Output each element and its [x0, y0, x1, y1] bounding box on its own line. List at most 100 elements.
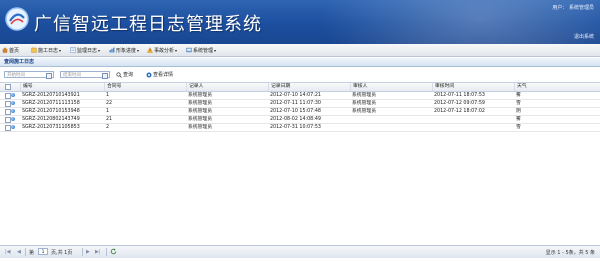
menu-system-admin[interactable]: 系统管理 ▾ [186, 46, 216, 54]
home-icon [2, 47, 8, 53]
table-row[interactable]: SGRZ-20120711113158 22 系统管理员 2012-07-11 … [0, 100, 600, 108]
record-icon [11, 101, 15, 105]
col-header-recorder[interactable]: 记录人 [186, 83, 268, 91]
col-header-contract[interactable]: 合同号 [104, 83, 186, 91]
cell-id: SGRZ-20120710153948 [22, 109, 80, 114]
start-date-placeholder: 开始时间 [7, 73, 25, 78]
search-button[interactable]: 查询 [116, 71, 133, 78]
app-title: 广信智远工程日志管理系统 [34, 14, 262, 35]
user-name: 系统管理员 [568, 5, 594, 11]
chevron-down-icon: ▾ [137, 47, 140, 53]
cell-reviewer: 系统管理员 [352, 109, 376, 114]
chevron-down-icon: ▾ [214, 47, 217, 53]
next-page-icon[interactable]: ▶ [86, 249, 90, 255]
cell-contract: 1 [106, 93, 110, 98]
record-icon [11, 93, 15, 97]
cell-weather: 雾 [516, 93, 521, 98]
chevron-down-icon: ▾ [98, 47, 101, 53]
menu-label: 首页 [9, 47, 20, 54]
menu-label: 监理日志 [77, 47, 98, 54]
refresh-icon[interactable] [110, 248, 117, 255]
page-prefix: 第 [29, 250, 35, 256]
separator [25, 248, 26, 256]
system-admin-icon [186, 47, 192, 53]
cell-review-time: 2012-07-12 18:07:02 [434, 109, 485, 114]
log-table: 编号 合同号 记录人 记录日期 审核人 审核时间 天气 SGRZ-2012071… [0, 82, 600, 132]
supervision-log-icon [70, 47, 76, 53]
construction-log-icon [31, 47, 37, 53]
cell-recorder: 系统管理员 [188, 101, 212, 106]
select-all-checkbox[interactable] [5, 84, 11, 90]
cell-record-date: 2012-07-10 14:07:21 [270, 93, 321, 98]
accident-analysis-icon [147, 47, 153, 53]
app-header: 广信智远工程日志管理系统 用户： 系统管理员 退出系统 [0, 0, 600, 44]
menu-supervision-log[interactable]: 监理日志 ▾ [70, 46, 100, 54]
panel-title: 查阅施工日志 [4, 59, 35, 65]
page-number-input[interactable]: 1 [38, 248, 48, 255]
progress-icon [109, 47, 115, 53]
cell-id: SGRZ-20120802143749 [22, 117, 80, 122]
menu-progress[interactable]: 形象进度 ▾ [109, 46, 139, 54]
last-page-icon[interactable]: ▶| [95, 249, 101, 255]
cell-contract: 1 [106, 109, 110, 114]
cell-reviewer: 系统管理员 [352, 93, 376, 98]
cell-id: SGRZ-20120710143921 [22, 93, 80, 98]
col-header-id[interactable]: 编号 [20, 83, 104, 91]
col-header-review-time[interactable]: 审核时间 [432, 83, 514, 91]
end-date-placeholder: 结束时间 [63, 73, 81, 78]
logout-link[interactable]: 退出系统 [574, 33, 594, 40]
table-row[interactable]: SGRZ-20120731105853 2 系统管理员 2012-07-31 1… [0, 124, 600, 132]
menu-construction-log[interactable]: 施工日志 ▾ [31, 46, 61, 54]
cell-contract: 21 [106, 117, 113, 122]
cell-recorder: 系统管理员 [188, 125, 212, 130]
app-logo-icon [5, 7, 29, 31]
col-header-reviewer[interactable]: 审核人 [350, 83, 432, 91]
chevron-down-icon: ▾ [59, 47, 62, 53]
table-row[interactable]: SGRZ-20120802143749 21 系统管理员 2012-08-02 … [0, 116, 600, 124]
start-date-input[interactable]: 开始时间 [4, 71, 54, 79]
view-detail-button[interactable]: 查看详情 [146, 71, 173, 78]
cell-recorder: 系统管理员 [188, 109, 212, 114]
cell-weather: 雪 [516, 101, 521, 106]
search-label: 查询 [123, 72, 134, 78]
menu-home[interactable]: 首页 [2, 46, 19, 54]
calendar-icon[interactable] [46, 73, 52, 79]
record-icon [11, 125, 15, 129]
cell-recorder: 系统管理员 [188, 93, 212, 98]
panel-title-bar: 查阅施工日志 [0, 58, 600, 67]
cell-weather: 雪 [516, 125, 521, 130]
cell-weather: 雾 [516, 117, 521, 122]
table-row[interactable]: SGRZ-20120710143921 1 系统管理员 2012-07-10 1… [0, 92, 600, 100]
user-label: 用户： [552, 5, 568, 11]
calendar-icon[interactable] [102, 73, 108, 79]
col-header-record-date[interactable]: 记录日期 [268, 83, 350, 91]
menu-label: 形象进度 [116, 47, 137, 54]
cell-id: SGRZ-20120711113158 [22, 101, 80, 106]
main-menu-bar: 首页 施工日志 ▾ 监理日志 ▾ 形象进度 ▾ 事故分析 ▾ 系统管理 ▾ [0, 44, 600, 57]
view-detail-label: 查看详情 [153, 72, 174, 78]
cell-record-date: 2012-07-10 15:07:48 [270, 109, 321, 114]
menu-label: 事故分析 [154, 47, 175, 54]
cell-id: SGRZ-20120731105853 [22, 125, 80, 130]
search-icon [116, 71, 122, 78]
col-header-weather[interactable]: 天气 [514, 83, 600, 91]
cell-record-date: 2012-08-02 14:08:49 [270, 117, 321, 122]
menu-accident-analysis[interactable]: 事故分析 ▾ [147, 46, 177, 54]
user-info: 用户： 系统管理员 [552, 4, 594, 11]
prev-page-icon[interactable]: ◀ [17, 249, 21, 255]
menu-label: 系统管理 [193, 47, 214, 54]
chevron-down-icon: ▾ [175, 47, 178, 53]
table-row[interactable]: SGRZ-20120710153948 1 系统管理员 2012-07-10 1… [0, 108, 600, 116]
cell-contract: 2 [106, 125, 110, 130]
cell-contract: 22 [106, 101, 113, 106]
menu-label: 施工日志 [38, 47, 59, 54]
page-suffix: 页,共 1页 [51, 250, 73, 256]
separator [106, 248, 107, 256]
cell-reviewer: 系统管理员 [352, 101, 376, 106]
first-page-icon[interactable]: |◀ [5, 249, 11, 255]
detail-icon [146, 72, 152, 77]
cell-review-time: 2012-07-11 18:07:53 [434, 93, 485, 98]
cell-review-time: 2012-07-12 09:07:59 [434, 101, 485, 106]
end-date-input[interactable]: 结束时间 [60, 71, 110, 79]
record-icon [11, 109, 15, 113]
